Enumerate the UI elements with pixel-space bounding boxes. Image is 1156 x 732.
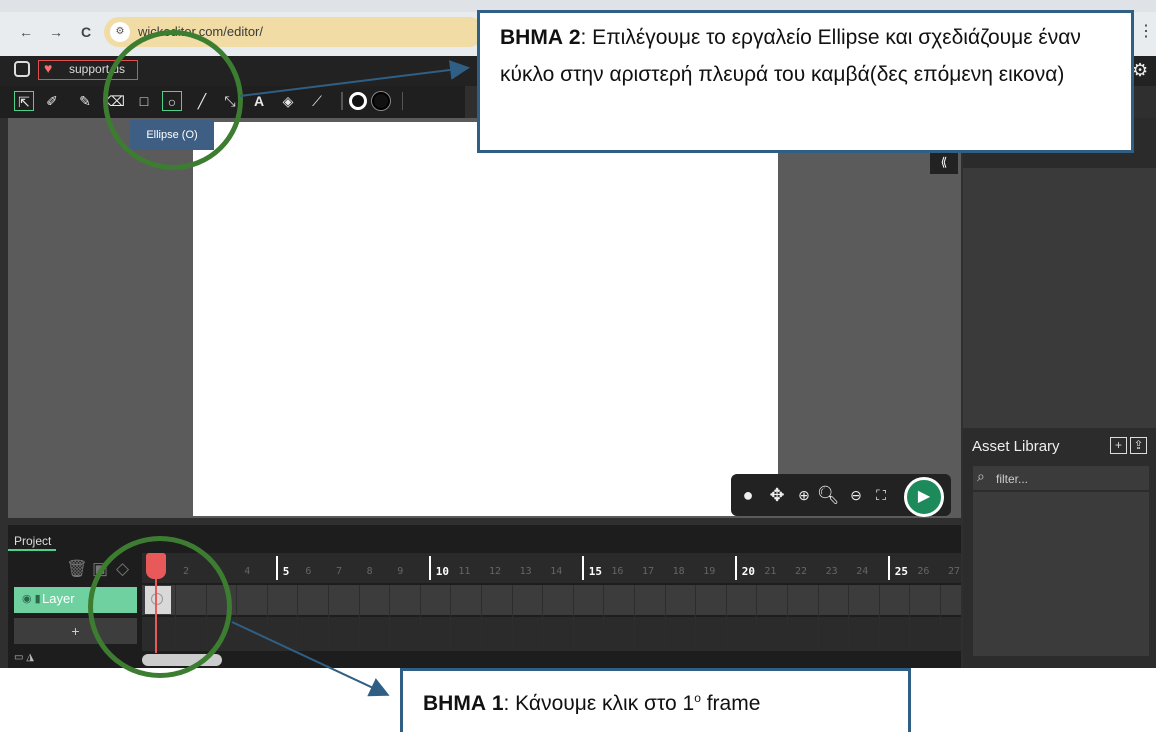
arrow-to-frame <box>231 621 390 697</box>
step1-title: ΒΗΜΑ 1 <box>423 692 504 715</box>
step1-superscript: ο <box>694 691 701 705</box>
step1-callout: ΒΗΜΑ 1: Κάνουμε κλικ στο 1ο frame <box>400 668 911 732</box>
step2-text: : Επιλέγουμε το εργαλείο Ellipse και σχε… <box>500 26 1081 86</box>
step2-callout: ΒΗΜΑ 2: Επιλέγουμε το εργαλείο Ellipse κ… <box>477 10 1134 153</box>
step1-text: : Κάνουμε κλικ στο 1 <box>503 692 695 715</box>
step1-tail: frame <box>700 692 761 715</box>
step2-title: ΒΗΜΑ 2 <box>500 26 581 49</box>
arrow-to-ellipse <box>239 60 470 97</box>
